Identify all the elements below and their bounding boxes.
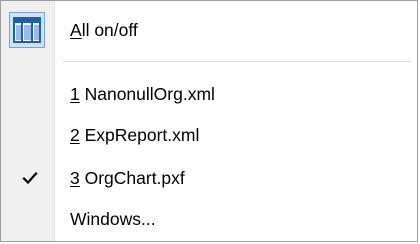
menu-item-label: Windows...: [70, 209, 156, 229]
menu-separator: [63, 61, 411, 62]
menu-item-label: 1 NanonullOrg.xml: [70, 84, 215, 104]
menu-item-expreport[interactable]: 2 ExpReport.xml: [1, 116, 417, 154]
menu-item-orgchart[interactable]: 3 OrgChart.pxf: [1, 159, 417, 197]
menu-item-label: 2 ExpReport.xml: [70, 125, 200, 145]
menu-item-all-on-off[interactable]: All on/off: [1, 11, 417, 49]
menu-item-label: All on/off: [70, 20, 138, 40]
window-menu: All on/off 1 NanonullOrg.xml 2 ExpReport…: [0, 0, 418, 242]
menu-item-nanonullorg[interactable]: 1 NanonullOrg.xml: [1, 75, 417, 113]
menu-item-windows[interactable]: Windows...: [1, 200, 417, 238]
menu-item-label: 3 OrgChart.pxf: [70, 168, 185, 188]
